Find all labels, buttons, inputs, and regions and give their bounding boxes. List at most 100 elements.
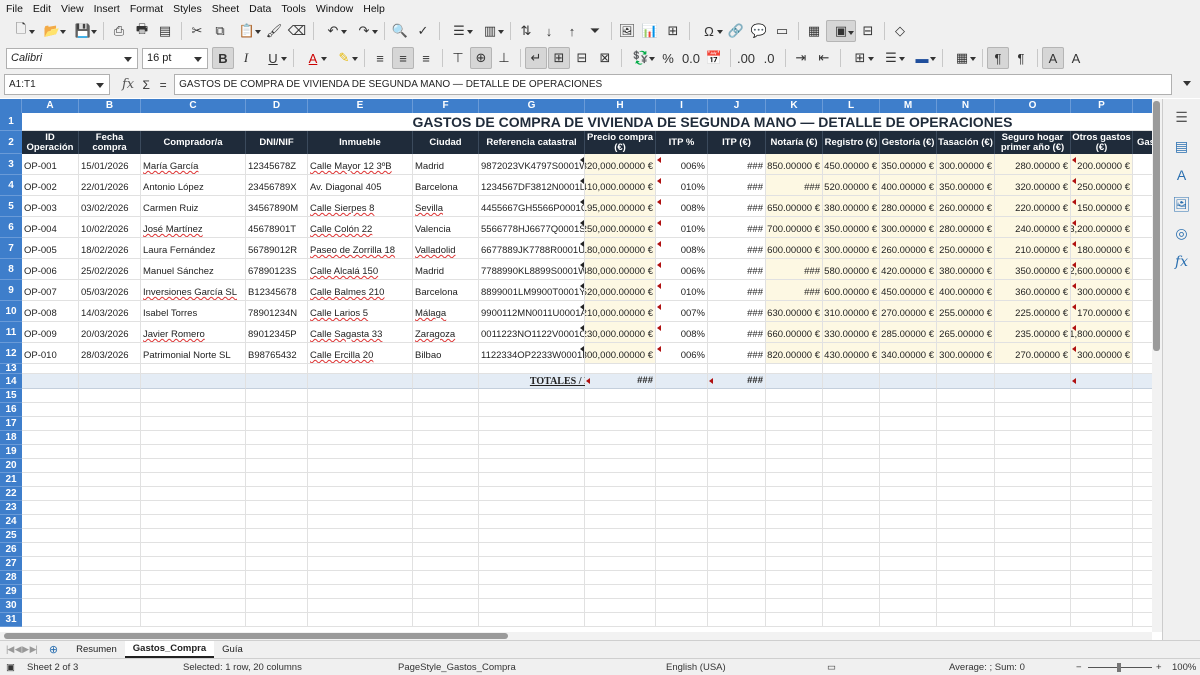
empty-cell[interactable]: [995, 487, 1071, 501]
zoom-out-icon[interactable]: −: [1076, 662, 1082, 673]
empty-cell[interactable]: [708, 364, 766, 374]
data-cell[interactable]: 300.00000 €: [1071, 280, 1133, 301]
empty-cell[interactable]: [79, 585, 141, 599]
data-cell[interactable]: 600.00000 €: [766, 238, 823, 259]
column-title-cell[interactable]: Gestoría (€): [880, 131, 937, 154]
data-cell[interactable]: 280.00000 €: [937, 217, 995, 238]
empty-cell[interactable]: [1133, 389, 1152, 403]
data-cell[interactable]: 400.00000 €: [937, 280, 995, 301]
totals-cell[interactable]: [766, 374, 823, 389]
empty-cell[interactable]: [880, 389, 937, 403]
empty-cell[interactable]: [995, 364, 1071, 374]
column-header-b[interactable]: B: [79, 99, 141, 113]
row-header[interactable]: 13: [0, 363, 22, 374]
data-cell[interactable]: ###: [766, 175, 823, 196]
horizontal-scrollbar[interactable]: [0, 632, 1152, 640]
empty-cell[interactable]: [479, 571, 585, 585]
paste-icon[interactable]: 📋: [232, 20, 262, 42]
empty-cell[interactable]: [413, 557, 479, 571]
empty-cell[interactable]: [1133, 417, 1152, 431]
empty-cell[interactable]: [995, 585, 1071, 599]
data-cell[interactable]: 270.00000 €: [995, 343, 1071, 364]
data-cell[interactable]: ###: [708, 280, 766, 301]
data-cell[interactable]: 9872023VK4797S0001W: [479, 154, 585, 175]
empty-cell[interactable]: [413, 417, 479, 431]
empty-cell[interactable]: [1133, 445, 1152, 459]
header-footer-icon[interactable]: ▭: [771, 20, 793, 42]
chevron-down-icon[interactable]: [194, 56, 202, 62]
empty-cell[interactable]: [708, 487, 766, 501]
empty-cell[interactable]: [413, 459, 479, 473]
empty-cell[interactable]: [937, 529, 995, 543]
empty-cell[interactable]: [141, 487, 246, 501]
sort-icon[interactable]: ⇅: [515, 20, 537, 42]
empty-cell[interactable]: [246, 557, 308, 571]
open-file-icon[interactable]: 📂: [37, 20, 67, 42]
empty-cell[interactable]: [656, 599, 708, 613]
merge-center-icon[interactable]: ⊞: [548, 47, 570, 69]
empty-cell[interactable]: [1071, 599, 1133, 613]
insert-image-icon[interactable]: 🖼: [616, 20, 638, 42]
data-cell[interactable]: 270.00000 €: [880, 301, 937, 322]
empty-cell[interactable]: [141, 557, 246, 571]
empty-cell[interactable]: [22, 417, 79, 431]
data-cell[interactable]: 240.00000 €: [995, 217, 1071, 238]
data-cell[interactable]: 210.00000 €: [995, 238, 1071, 259]
empty-cell[interactable]: [766, 529, 823, 543]
data-cell[interactable]: 450.00000 €: [823, 154, 880, 175]
empty-cell[interactable]: [585, 487, 656, 501]
sort-ascending-icon[interactable]: ↓: [538, 20, 560, 42]
data-cell[interactable]: 56789012R: [246, 238, 308, 259]
column-header-j[interactable]: J: [708, 99, 766, 113]
special-character-icon[interactable]: Ω: [694, 20, 724, 42]
hyperlink-icon[interactable]: 🔗: [725, 20, 747, 42]
empty-cell[interactable]: [246, 571, 308, 585]
column-title-cell[interactable]: Precio compra (€): [585, 131, 656, 154]
column-header-i[interactable]: I: [656, 99, 708, 113]
empty-cell[interactable]: [413, 613, 479, 627]
row-header[interactable]: 3: [0, 154, 22, 175]
data-cell[interactable]: 150.00000 €: [1071, 196, 1133, 217]
empty-cell[interactable]: [937, 487, 995, 501]
column-header-a[interactable]: A: [22, 99, 79, 113]
column-title-cell[interactable]: Registro (€): [823, 131, 880, 154]
totals-cell[interactable]: [880, 374, 937, 389]
data-cell[interactable]: 45678901T: [246, 217, 308, 238]
underline-icon[interactable]: U: [258, 47, 288, 69]
select-all-corner[interactable]: [0, 99, 22, 113]
data-cell[interactable]: 1,800.00000 €: [1071, 322, 1133, 343]
zoom-level[interactable]: 100%: [1172, 662, 1196, 673]
empty-cell[interactable]: [308, 431, 413, 445]
empty-cell[interactable]: [937, 459, 995, 473]
menu-file[interactable]: File: [6, 3, 23, 15]
empty-cell[interactable]: [246, 459, 308, 473]
empty-cell[interactable]: [656, 543, 708, 557]
function-wizard-icon[interactable]: fx: [122, 77, 134, 92]
empty-cell[interactable]: [479, 613, 585, 627]
align-bottom-icon[interactable]: ⊥: [493, 47, 515, 69]
date-format-icon[interactable]: 📅: [703, 47, 725, 69]
column-header-e[interactable]: E: [308, 99, 413, 113]
empty-cell[interactable]: [1071, 543, 1133, 557]
empty-cell[interactable]: [708, 571, 766, 585]
data-cell[interactable]: Calle Larios 5: [308, 301, 413, 322]
data-cell[interactable]: 660.00000 €: [766, 322, 823, 343]
menu-tools[interactable]: Tools: [281, 3, 306, 15]
language-status[interactable]: English (USA): [666, 662, 726, 673]
empty-cell[interactable]: [708, 431, 766, 445]
empty-cell[interactable]: [246, 585, 308, 599]
empty-cell[interactable]: [995, 431, 1071, 445]
empty-cell[interactable]: [1133, 473, 1152, 487]
empty-cell[interactable]: [823, 599, 880, 613]
column-title-cell[interactable]: Referencia catastral: [479, 131, 585, 154]
empty-cell[interactable]: [413, 431, 479, 445]
undo-icon[interactable]: ↶: [318, 20, 348, 42]
empty-cell[interactable]: [22, 364, 79, 374]
empty-cell[interactable]: [823, 557, 880, 571]
row-header[interactable]: 22: [0, 487, 22, 501]
data-cell[interactable]: Calle Mayor 12 3ºB: [308, 154, 413, 175]
empty-cell[interactable]: [141, 403, 246, 417]
data-cell[interactable]: ###: [708, 238, 766, 259]
formula-icon[interactable]: =: [155, 74, 171, 96]
data-cell[interactable]: [1133, 259, 1152, 280]
